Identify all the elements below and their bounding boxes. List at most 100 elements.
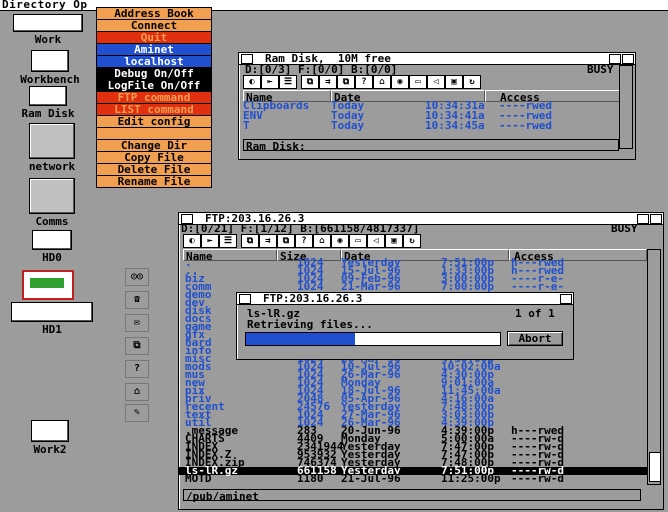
drive-icon-hd1[interactable]: HD1 [10,302,94,336]
path-field[interactable]: /pub/aminet [183,489,641,503]
table-row[interactable]: pix 1024 18-Jul-96 11:45:00a [179,385,647,396]
table-row[interactable]: text 1024 27-Mar-96 3:03:00p [179,409,647,420]
root-icon[interactable]: ⇤ [201,234,219,248]
move-icon[interactable]: ⇉ [259,234,277,248]
ftp-window[interactable]: FTP:203.16.26.3 D:[0/21] F:[1/12] B:[661… [178,212,664,510]
cell-name: T [243,119,250,132]
cell-time: 11:25:00p [441,472,501,485]
side-trash-icon[interactable]: ⌂ [125,383,149,401]
progress-fill [246,333,356,345]
table-row[interactable]: recent 24576 Yesterday 7:48:00p [179,401,647,412]
table-row[interactable]: priv 2048 05-Apr-96 4:16:00a [179,393,647,404]
icon-label: network [28,160,76,173]
drive-icon-work[interactable]: Work [6,14,90,46]
transfer-counter: 1 of 1 [515,307,555,320]
table-row[interactable]: comm 1024 21-Mar-96 7:00:00p ----r-e- [179,281,647,292]
play-icon[interactable]: ◁ [367,234,385,248]
vertical-scrollbar[interactable] [647,249,661,485]
abort-button[interactable]: Abort [507,331,563,346]
reload-icon[interactable]: ↻ [403,234,421,248]
side-help-icon[interactable]: ? [125,360,149,378]
delete-icon[interactable]: ⌂ [373,75,391,89]
side-connect-icon[interactable]: ☎ [125,291,149,309]
drive-icon-ram-disk[interactable]: Ram Disk [6,86,90,120]
move-icon[interactable]: ⇉ [319,75,337,89]
info-icon[interactable]: ? [355,75,373,89]
network-globe-icon [29,123,75,159]
lock-icon[interactable]: ▣ [445,75,463,89]
drive-icon-hd0[interactable]: HD0 [10,230,94,264]
delete-icon[interactable]: ⌂ [313,234,331,248]
path-field[interactable]: Ram Disk: [243,139,619,153]
dialog-title-bar[interactable]: FTP:203.16.26.3 [237,292,573,305]
dialog-title: FTP:203.16.26.3 [263,292,363,305]
transfer-message: Retrieving files... [247,318,373,331]
duplicate-icon[interactable]: ⧉ [337,75,355,89]
list-icon[interactable]: ☰ [219,234,237,248]
lock-icon[interactable]: ▣ [385,234,403,248]
cell-name: MOTD [185,472,212,485]
table-row[interactable]: CHARTS 4409 Monday 5:00:00a ----rw-d [179,433,647,444]
table-row[interactable]: .message 283 20-Jun-96 4:39:00p h---rwed [179,425,647,436]
depth-gadget-icon[interactable] [622,54,634,64]
table-row[interactable]: biz 1024 09-Feb-96 3:00:00p ----r-e- [179,273,647,284]
depth-gadget-icon[interactable] [560,294,572,304]
table-row[interactable]: . 1024 Yesterday 7:51:00p h---rwed [179,257,647,268]
duplicate-icon[interactable]: ⧉ [277,234,295,248]
side-tools-icon[interactable]: ✎ [125,404,149,422]
side-binoculars-icon[interactable]: ◎◎ [125,268,149,286]
view-icon[interactable]: ◉ [391,75,409,89]
depth-gadget-icon[interactable] [650,214,662,224]
play-icon[interactable]: ◁ [427,75,445,89]
floppy-disk-icon [31,50,69,72]
close-gadget-icon[interactable] [239,294,251,304]
copy-icon[interactable]: ⧉ [301,75,319,89]
reload-icon[interactable]: ↻ [463,75,481,89]
table-row[interactable]: MOTD 1180 21-Jul-96 11:25:00p ----rw-d [179,472,647,485]
icon-label: Work [34,33,62,46]
info-icon[interactable]: ? [295,234,313,248]
comms-globe-icon [29,178,75,214]
table-row[interactable]: ls-lR.gz 661158 Yesterday 7:51:00p ----rw-d [179,465,647,476]
icon-label: Work2 [33,443,67,456]
transfer-dialog[interactable]: FTP:203.16.26.3 ls-lR.gz 1 of 1 Retrievi… [236,292,574,360]
table-row[interactable]: INDEX 2341944 Yesterday 7:47:00p ----rw-d [179,441,647,452]
icon-label: HD1 [42,323,62,336]
table-row[interactable]: mods 1024 10-Jul-96 10:02:00a [179,361,647,372]
screen-title: Directory Op [2,0,88,11]
parent-icon[interactable]: ◐ [183,234,201,248]
root-icon[interactable]: ⇤ [261,75,279,89]
table-row[interactable]: new 1024 Monday 9:01:00a [179,377,647,388]
icon-label: Ram Disk [21,107,75,120]
parent-icon[interactable]: ◐ [243,75,261,89]
copy-icon[interactable]: ⧉ [241,234,259,248]
menu-rename-file[interactable]: Rename File [96,175,212,188]
side-mail-icon[interactable]: ✉ [125,314,149,332]
table-row[interactable]: .. 1024 15-Jul-96 1:33:00p h---rwed [179,265,647,276]
scrollbar-thumb[interactable] [649,452,661,482]
ram-disk-window[interactable]: Ram Disk, 10M free D:[0/3] F:[0/0] B:[0/… [238,52,636,160]
list-icon[interactable]: ☰ [279,75,297,89]
read-icon[interactable]: ▭ [349,234,367,248]
table-row[interactable]: INDEX.zip 746374 Yesterday 7:48:00p ----rw-d [179,457,647,468]
ram-disk-icon [29,86,67,106]
drive-icon-comms[interactable]: Comms [10,178,94,228]
drive-icon-network[interactable]: network [10,123,94,173]
zoom-gadget-icon[interactable] [637,214,649,224]
side-copy-icon[interactable]: ⧉ [125,337,149,355]
status-line: D:[0/3] F:[0/0] B:[0/0] [245,63,398,76]
table-row[interactable]: util 1024 26-Mar-96 4:39:00p [179,417,647,428]
table-row[interactable]: INDEX.Z 953932 Yesterday 7:47:00p ----rw-d [179,449,647,460]
printer-icon[interactable] [22,270,74,300]
list-item[interactable]: T Today 10:34:45a ----rwed [239,119,629,132]
view-icon[interactable]: ◉ [331,234,349,248]
drive-icon-workbench[interactable]: Workbench [8,50,92,86]
cell-access: ----rw-d [511,472,564,485]
vertical-scrollbar[interactable] [619,65,633,149]
icon-label: Comms [35,215,69,228]
read-icon[interactable]: ▭ [409,75,427,89]
toolbar: ◐ ⇤ ☰ ⧉ ⇉ ⧉ ? ⌂ ◉ ▭ ◁ ▣ ↻ [243,75,623,89]
drive-icon-work2[interactable]: Work2 [8,420,92,456]
cell-time: 10:34:45a [425,119,485,132]
table-row[interactable]: mus 1024 26-Mar-96 4:30:00p [179,369,647,380]
